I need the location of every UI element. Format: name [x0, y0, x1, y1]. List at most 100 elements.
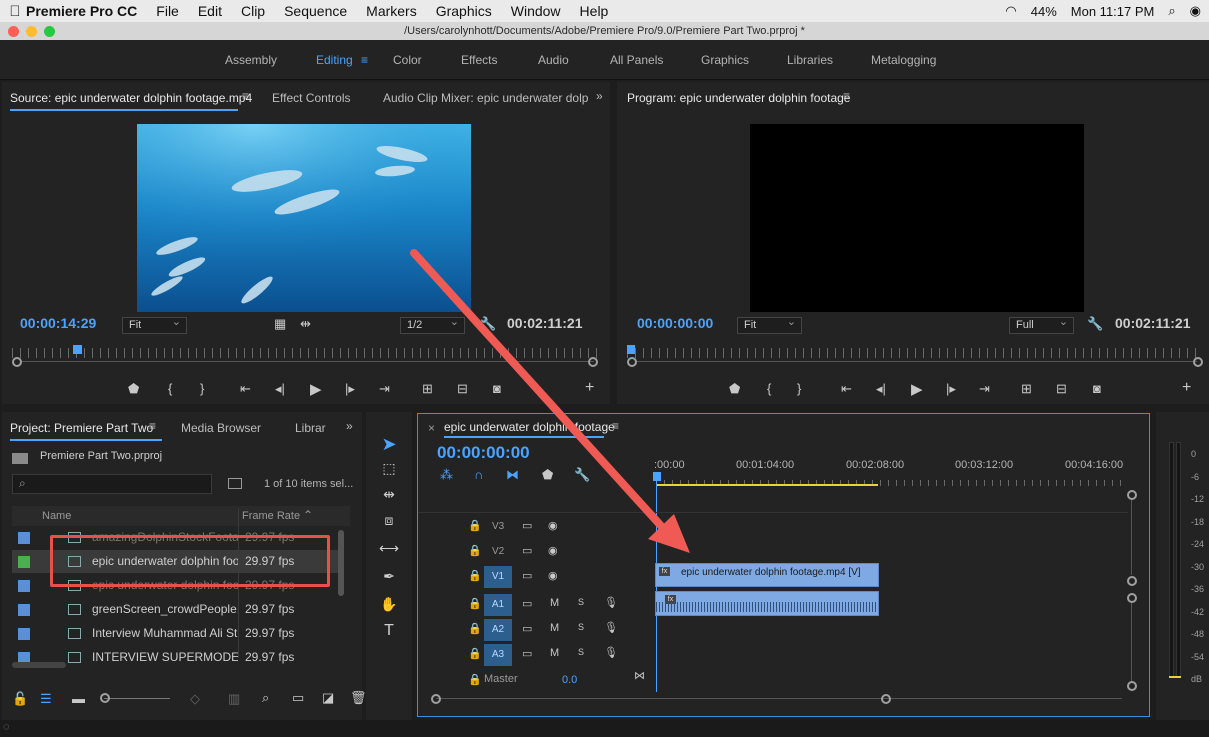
workspace-libraries[interactable]: Libraries	[787, 53, 833, 67]
tab-effect-controls[interactable]: Effect Controls	[272, 91, 350, 105]
search-input[interactable]: ⌕	[12, 474, 212, 494]
toggle-sync-icon[interactable]: ▭	[522, 544, 532, 557]
battery-label[interactable]: 44%	[1031, 4, 1057, 19]
zoom-handle-left[interactable]	[627, 357, 637, 367]
workspace-color[interactable]: Color	[393, 53, 422, 67]
play-icon[interactable]: ▶	[911, 380, 923, 398]
toggle-sync-icon[interactable]: ▭	[522, 519, 532, 532]
video-scrollbar[interactable]	[1131, 500, 1132, 575]
eye-icon[interactable]: ◉	[548, 544, 558, 557]
zoom-slider-handle[interactable]	[100, 693, 110, 703]
timeline-playhead[interactable]	[653, 472, 661, 481]
tab-media-browser[interactable]: Media Browser	[181, 421, 261, 435]
master-volume-value[interactable]: 0.0	[562, 674, 577, 686]
insert-icon[interactable]: ⊞	[422, 381, 433, 397]
track-lock-icon[interactable]: 🔒	[468, 597, 482, 610]
menu-icon[interactable]: ≡	[242, 89, 249, 103]
app-name[interactable]: Premiere Pro CC	[26, 3, 137, 19]
work-area-bar[interactable]	[656, 484, 878, 486]
minimize-window-button[interactable]	[26, 26, 37, 37]
new-item-icon[interactable]: ◪	[322, 690, 334, 706]
workspace-all-panels[interactable]: All Panels	[610, 53, 663, 67]
sort-icon[interactable]: ⌃	[303, 508, 313, 522]
track-lock-icon[interactable]: 🔒	[468, 647, 482, 660]
track-select-icon[interactable]: ⬚	[378, 460, 400, 477]
program-time-ruler[interactable]	[627, 348, 1201, 358]
zoom-handle-right[interactable]	[881, 694, 891, 704]
camera-icon[interactable]: ◙	[493, 381, 501, 396]
horizontal-scrollbar[interactable]	[12, 662, 66, 668]
source-playhead[interactable]	[73, 345, 82, 354]
go-to-in-icon[interactable]: ⇤	[841, 381, 852, 397]
lift-icon[interactable]: ⊞	[1021, 381, 1032, 397]
mute-button[interactable]: M	[550, 647, 559, 659]
step-forward-icon[interactable]: |▸	[345, 381, 355, 397]
razor-icon[interactable]: ⧈	[378, 512, 400, 529]
add-marker-icon[interactable]: ⬟	[542, 467, 553, 483]
overflow-icon[interactable]: »	[346, 419, 353, 433]
workspace-assembly[interactable]: Assembly	[225, 53, 277, 67]
track-lock-icon[interactable]: 🔒	[468, 622, 482, 635]
track-zoom-handle[interactable]	[1127, 490, 1137, 500]
menu-icon[interactable]: ≡	[612, 419, 619, 433]
program-zoom-bar[interactable]	[635, 361, 1197, 362]
find-icon[interactable]: ⌕	[262, 690, 269, 706]
slip-icon[interactable]: ⟷	[378, 540, 400, 557]
tab-libraries[interactable]: Librar	[295, 421, 326, 435]
track-zoom-handle[interactable]	[1127, 576, 1137, 586]
hand-icon[interactable]: ✋	[378, 596, 400, 613]
overflow-icon[interactable]: »	[596, 89, 603, 103]
toggle-sync-icon[interactable]: ▭	[522, 597, 532, 610]
solo-button[interactable]: S	[578, 647, 584, 657]
sequence-timecode[interactable]: 00:00:00:00	[437, 443, 530, 463]
toggle-sync-icon[interactable]: ▭	[522, 647, 532, 660]
play-icon[interactable]: ▶	[310, 380, 322, 398]
track-label-a3[interactable]: A3	[484, 644, 512, 666]
track-label-v1[interactable]: V1	[484, 566, 512, 588]
source-timecode[interactable]: 00:00:14:29	[20, 315, 96, 331]
microphone-icon[interactable]: 🎙	[604, 596, 618, 609]
snap-icon[interactable]: ∩	[474, 467, 483, 482]
program-playhead[interactable]	[627, 345, 635, 354]
label-color-swatch[interactable]	[18, 556, 30, 568]
go-to-out-icon[interactable]: ⇥	[979, 381, 990, 397]
solo-button[interactable]: S	[578, 597, 584, 607]
mute-button[interactable]: M	[550, 622, 559, 634]
track-label-v2[interactable]: V2	[492, 546, 504, 557]
master-meter-icon[interactable]: ⋈	[634, 669, 645, 682]
track-lock-icon[interactable]: 🔒	[468, 519, 482, 532]
mark-in-icon[interactable]: {	[767, 381, 771, 396]
program-resolution-select[interactable]: Full	[1009, 315, 1074, 334]
nest-icon[interactable]: ⁂	[440, 467, 453, 483]
zoom-handle-right[interactable]	[1193, 357, 1203, 367]
zoom-window-button[interactable]	[44, 26, 55, 37]
trash-icon[interactable]: 🗑	[350, 690, 367, 706]
label-color-swatch[interactable]	[18, 628, 30, 640]
column-frame-rate[interactable]: Frame Rate	[242, 510, 300, 522]
close-tab-icon[interactable]: ×	[428, 421, 435, 435]
track-lock-icon[interactable]: 🔒	[468, 569, 482, 582]
mute-button[interactable]: M	[550, 597, 559, 609]
timeline-settings-icon[interactable]: 🔧	[574, 467, 590, 483]
spotlight-icon[interactable]: ⌕	[1168, 3, 1175, 19]
solo-button[interactable]: S	[578, 622, 584, 632]
project-scrollbar[interactable]	[338, 530, 344, 596]
menu-clip[interactable]: Clip	[241, 3, 265, 19]
workspace-graphics[interactable]: Graphics	[701, 53, 749, 67]
tab-source[interactable]: Source: epic underwater dolphin footage.…	[10, 91, 252, 105]
toggle-sync-icon[interactable]: ▭	[522, 569, 532, 582]
linked-selection-icon[interactable]: ⧓	[506, 467, 519, 483]
menu-help[interactable]: Help	[580, 3, 609, 19]
sort-icons-icon[interactable]: ◇	[190, 691, 200, 707]
menu-icon[interactable]: ≡	[843, 89, 850, 103]
apple-icon[interactable]: 	[4, 3, 26, 20]
new-bin-icon[interactable]: ▭	[292, 690, 304, 706]
source-zoom-bar[interactable]	[20, 361, 594, 362]
source-resolution-select[interactable]: 1/2	[400, 315, 465, 334]
program-timecode[interactable]: 00:00:00:00	[637, 315, 713, 331]
zoom-handle-left[interactable]	[431, 694, 441, 704]
selection-tool-icon[interactable]: ➤	[378, 434, 400, 455]
menu-edit[interactable]: Edit	[198, 3, 222, 19]
audio-scrollbar[interactable]	[1131, 603, 1132, 681]
track-zoom-handle[interactable]	[1127, 681, 1137, 691]
